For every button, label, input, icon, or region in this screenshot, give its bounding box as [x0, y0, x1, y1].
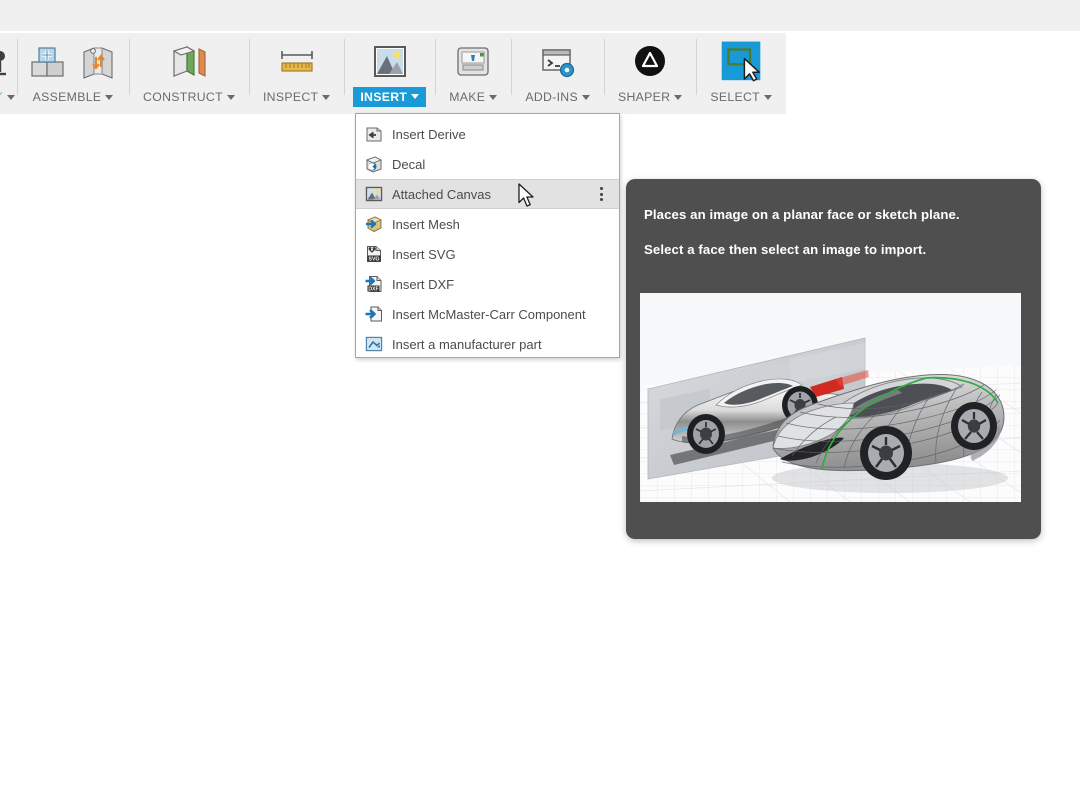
- ribbon-group-clipped[interactable]: ⟋: [0, 33, 17, 114]
- insert-tooltip-panel: Places an image on a planar face or sket…: [626, 179, 1041, 539]
- menu-item-label: Insert DXF: [392, 277, 454, 292]
- attached-canvas-icon: [364, 184, 384, 204]
- svg-text:SVG: SVG: [369, 256, 380, 262]
- ribbon-group-insert[interactable]: INSERT: [344, 33, 435, 114]
- menu-item-insert-svg[interactable]: SVG Insert SVG: [356, 239, 619, 269]
- chevron-down-icon: [105, 95, 113, 100]
- clipped-partial-icon[interactable]: [0, 33, 14, 87]
- menu-item-insert-dxf[interactable]: DXF Insert DXF: [356, 269, 619, 299]
- menu-item-decal[interactable]: Decal: [356, 149, 619, 179]
- mouse-cursor-icon: [518, 183, 538, 209]
- menu-item-insert-mcmaster-carr[interactable]: Insert McMaster-Carr Component: [356, 299, 619, 329]
- menu-item-label: Decal: [392, 157, 425, 172]
- ribbon-group-shaper[interactable]: SHAPER: [604, 33, 696, 114]
- menu-item-label: Insert SVG: [392, 247, 456, 262]
- ribbon-group-insert-label[interactable]: INSERT: [353, 87, 426, 107]
- insert-manufacturer-part-icon: [364, 334, 384, 354]
- chevron-down-icon: [582, 95, 590, 100]
- insert-svg-icon: SVG: [364, 244, 384, 264]
- construct-label-text: CONSTRUCT: [143, 90, 223, 104]
- insert-mcmaster-carr-icon: [364, 304, 384, 324]
- ribbon-group-addins-label[interactable]: ADD-INS: [520, 87, 595, 107]
- chevron-down-icon: [411, 94, 419, 99]
- measure-ruler-icon[interactable]: [275, 40, 319, 84]
- insert-label-text: INSERT: [360, 90, 407, 104]
- chevron-down-icon: [7, 95, 15, 100]
- menu-item-label: Insert McMaster-Carr Component: [392, 307, 586, 322]
- chevron-down-icon: [764, 95, 772, 100]
- chevron-down-icon: [674, 95, 682, 100]
- ribbon-group-inspect[interactable]: INSPECT: [249, 33, 344, 114]
- menu-item-label: Insert a manufacturer part: [392, 337, 542, 352]
- menu-item-insert-mesh[interactable]: Insert Mesh: [356, 209, 619, 239]
- svg-text:DXF: DXF: [368, 286, 378, 292]
- addins-label-text: ADD-INS: [525, 90, 578, 104]
- menu-item-insert-manufacturer-part[interactable]: Insert a manufacturer part: [356, 329, 619, 359]
- insert-canvas-image-icon[interactable]: [368, 40, 412, 84]
- joint-icon[interactable]: [76, 40, 120, 84]
- tooltip-line-2: Select a face then select an image to im…: [644, 242, 1021, 257]
- select-label-text: SELECT: [710, 90, 760, 104]
- ribbon-group-addins[interactable]: ADD-INS: [511, 33, 604, 114]
- ribbon-group-make[interactable]: MAKE: [435, 33, 511, 114]
- select-window-cursor-icon[interactable]: [716, 37, 766, 87]
- new-component-icon[interactable]: [26, 40, 70, 84]
- ribbon-group-inspect-label[interactable]: INSPECT: [258, 87, 335, 107]
- window-top-strip: [0, 0, 1080, 32]
- tooltip-preview-image: [640, 293, 1021, 502]
- assemble-label-text: ASSEMBLE: [33, 90, 102, 104]
- inspect-label-text: INSPECT: [263, 90, 318, 104]
- insert-dropdown-menu: Insert Derive Decal Attached Canvas Inse…: [355, 113, 620, 358]
- ribbon-toolbar: ⟋ ASSEMBLE: [0, 33, 786, 114]
- scripts-addins-icon[interactable]: [536, 40, 580, 84]
- ribbon-group-assemble-label[interactable]: ASSEMBLE: [28, 87, 119, 107]
- menu-item-label: Insert Mesh: [392, 217, 460, 232]
- chevron-down-icon: [322, 95, 330, 100]
- ribbon-group-make-label[interactable]: MAKE: [444, 87, 502, 107]
- menu-item-insert-derive[interactable]: Insert Derive: [356, 119, 619, 149]
- ribbon-group-construct-label[interactable]: CONSTRUCT: [138, 87, 240, 107]
- make-label-text: MAKE: [449, 90, 485, 104]
- tooltip-line-1: Places an image on a planar face or sket…: [644, 207, 1021, 222]
- ribbon-group-construct[interactable]: CONSTRUCT: [129, 33, 249, 114]
- ribbon-group-assemble[interactable]: ASSEMBLE: [17, 33, 129, 114]
- ribbon-group-clipped-label[interactable]: ⟋: [0, 87, 15, 107]
- shaper-utilities-icon[interactable]: [628, 40, 672, 84]
- insert-derive-icon: [364, 124, 384, 144]
- menu-item-label: Insert Derive: [392, 127, 466, 142]
- insert-dxf-icon: DXF: [364, 274, 384, 294]
- decal-icon: [364, 154, 384, 174]
- ribbon-group-select[interactable]: SELECT: [696, 33, 786, 114]
- 3d-print-icon[interactable]: [451, 40, 495, 84]
- menu-item-attached-canvas[interactable]: Attached Canvas: [356, 179, 619, 209]
- offset-plane-icon[interactable]: [167, 40, 211, 84]
- menu-item-label: Attached Canvas: [392, 187, 491, 202]
- overflow-menu-icon[interactable]: [600, 187, 603, 201]
- ribbon-group-select-label[interactable]: SELECT: [705, 87, 777, 107]
- chevron-down-icon: [227, 95, 235, 100]
- insert-mesh-icon: [364, 214, 384, 234]
- shaper-label-text: SHAPER: [618, 90, 670, 104]
- ribbon-group-shaper-label[interactable]: SHAPER: [613, 87, 687, 107]
- chevron-down-icon: [489, 95, 497, 100]
